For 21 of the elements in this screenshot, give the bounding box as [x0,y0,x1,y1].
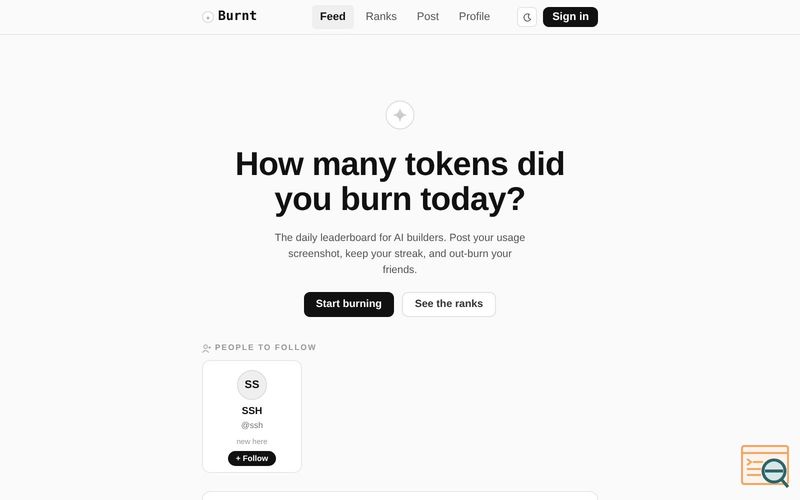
nav-tab[interactable]: Post [408,4,447,30]
section-heading: PEOPLE TO FOLLOW [215,342,317,354]
person-name: SSH [242,405,262,419]
people-icon [202,344,211,352]
hero-subtitle: The daily leaderboard for AI builders. Post your usage screenshot, keep your streak, and out-burn your friends. [274,231,526,278]
sign-in-button[interactable]: Sign in [543,7,598,27]
start-burning-button[interactable]: Start burning [304,292,394,317]
hero-title: How many tokens did you burn today? [234,146,566,216]
nav-tab[interactable]: Feed [312,4,354,30]
browser-search-icon[interactable] [741,445,791,489]
follow-button[interactable]: + Follow [228,451,276,466]
see-ranks-button[interactable]: See the ranks [402,292,496,317]
brand-name[interactable]: Burnt [218,7,258,27]
theme-toggle-button[interactable] [517,7,538,27]
person-handle: @ssh [241,419,263,432]
nav-tab[interactable]: Profile [450,4,498,30]
sparkle-icon [385,100,415,130]
moon-icon [522,12,532,22]
logo-icon [202,11,214,23]
nav-tab[interactable]: Ranks [358,4,405,30]
avatar: SS [237,370,267,400]
